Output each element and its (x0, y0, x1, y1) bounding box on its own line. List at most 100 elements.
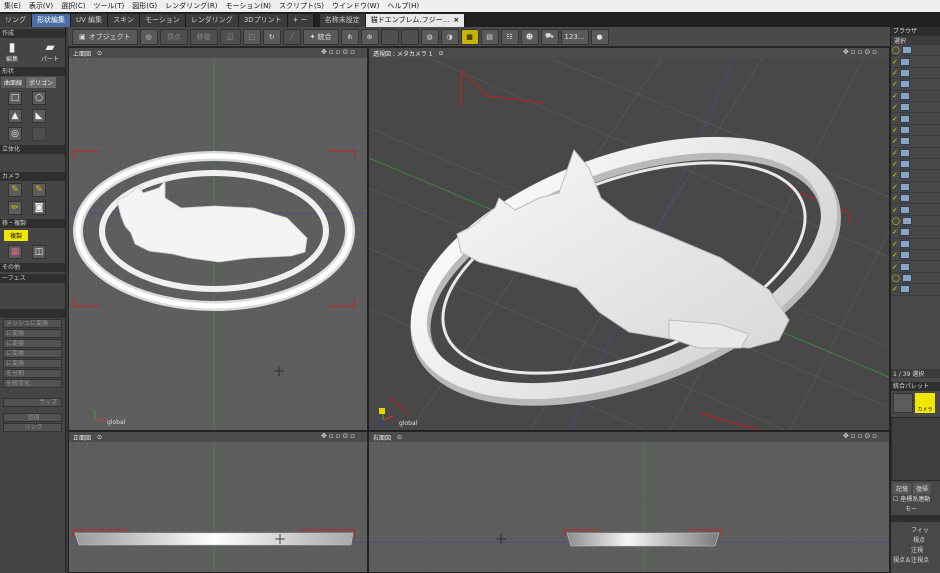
list-item[interactable]: ◯ (891, 216, 940, 228)
globe-icon[interactable]: ◍ (420, 28, 439, 45)
light-palette-icon[interactable] (893, 393, 913, 413)
viewport-controls[interactable]: ✥▫▫⊙▫ (843, 432, 879, 440)
camera-palette-button[interactable]: カメラ (915, 393, 935, 413)
grid-snap-icon[interactable]: ▦ (460, 28, 479, 45)
list-item[interactable]: ✓ (891, 113, 940, 125)
tool-icon-b[interactable]: · (400, 28, 419, 45)
target-icon[interactable]: ⊙ (97, 50, 102, 57)
viewport-controls[interactable]: ✥▫▫⊙▫ (843, 48, 879, 56)
merge-button[interactable]: ✦ 統合 (302, 28, 339, 45)
op-merge[interactable]: を統合化 (3, 379, 62, 388)
menu-item-view[interactable]: 表示(V) (25, 0, 57, 12)
list-item[interactable]: ✓ (891, 91, 940, 102)
list-item[interactable]: ✓ (891, 239, 940, 251)
wedge-icon[interactable]: ◣ (32, 109, 46, 123)
tab-skin[interactable]: スキン (108, 14, 140, 27)
viewport-controls[interactable]: ✥▫▫⊙▫ (321, 432, 357, 440)
tab-uv-edit[interactable]: UV 編集 (71, 14, 109, 27)
list-item[interactable]: ✓ (891, 204, 940, 216)
coord-link-checkbox[interactable]: ☐ 座標系連動 (893, 494, 930, 503)
pencil-icon[interactable]: ✏ (8, 201, 22, 215)
memory-button[interactable]: 記憶 (893, 483, 912, 494)
tab-3d-print[interactable]: 3Dプリント (238, 14, 288, 27)
preview-icon[interactable]: ◑ (440, 28, 459, 45)
table-icon[interactable]: ☷ (500, 28, 519, 45)
menu-item-edit[interactable]: 集(E) (0, 0, 25, 12)
person-icon[interactable]: ☻ (520, 28, 539, 45)
tab-curve[interactable]: 曲面線 (1, 77, 26, 88)
tool-icon-a[interactable]: · (380, 28, 399, 45)
op-convert-a[interactable]: に変換 (3, 329, 62, 338)
list-item[interactable]: ◯ (891, 273, 940, 285)
viewport-controls[interactable]: ✥▫▫⊙▫ (321, 48, 357, 56)
link-button[interactable]: リンク (3, 423, 62, 432)
rotate-icon[interactable]: ↻ (262, 28, 281, 45)
list-item[interactable]: ✓ (891, 159, 940, 171)
add-vertex-button[interactable]: 頂点 (159, 28, 188, 45)
menu-item-motion[interactable]: モーション(N) (221, 0, 275, 12)
grid-icon[interactable]: ▤ (480, 28, 499, 45)
list-item[interactable]: ✓ (891, 125, 940, 137)
select-rect-icon[interactable]: ⬚ (242, 28, 261, 45)
list-item[interactable]: ✓ (891, 227, 940, 239)
list-item[interactable]: ✓ (891, 193, 940, 205)
camera-preview[interactable] (891, 417, 940, 481)
torus-icon[interactable]: ◎ (8, 127, 22, 141)
sphere-icon[interactable]: ● (590, 28, 609, 45)
close-icon[interactable]: × (453, 16, 459, 24)
op-split[interactable]: を分割 (3, 369, 62, 378)
menu-item-rendering[interactable]: レンダリング(R) (161, 0, 221, 12)
menu-item-script[interactable]: スクリプト(S) (275, 0, 328, 12)
list-item[interactable]: ✓ (891, 68, 940, 80)
move-button[interactable]: 移植 (189, 28, 218, 45)
both-label[interactable]: 視点＆注視点 (893, 555, 929, 564)
tab-rendering[interactable]: レンダリング (185, 14, 239, 27)
list-item[interactable]: ✓ (891, 250, 940, 262)
tab-shape-edit[interactable]: 形状編集 (32, 14, 71, 27)
list-item[interactable]: ✓ (891, 261, 940, 273)
op-convert-b[interactable]: に変換 (3, 339, 62, 348)
light-icon[interactable]: ✎ (8, 183, 22, 197)
brush-icon[interactable]: ╱ (282, 28, 301, 45)
cone-icon[interactable]: ▲ (8, 109, 22, 123)
rectangle-icon[interactable]: □ (8, 91, 22, 105)
list-item[interactable]: ✓ (891, 102, 940, 114)
op-convert-c[interactable]: に変換 (3, 349, 62, 358)
op-convert-d[interactable]: に変換 (3, 359, 62, 368)
target-icon[interactable]: ⊙ (97, 434, 102, 441)
edit-mode-button[interactable]: ▮ 編集 (6, 40, 18, 63)
target-icon[interactable]: ⊙ (439, 50, 444, 57)
camera-icon[interactable]: ◎ (139, 28, 158, 45)
crosshair-icon[interactable]: ⊕ (360, 28, 379, 45)
list-item[interactable]: ✓ (891, 56, 940, 68)
browser-select-label[interactable]: 選択 (891, 36, 940, 45)
tab-motion[interactable]: モーション (139, 14, 186, 27)
list-item[interactable]: ✓ (891, 79, 940, 91)
wrap-button[interactable]: ラップ (3, 398, 62, 407)
list-item[interactable]: ◯ (891, 45, 940, 57)
menu-item-select[interactable]: 選択(C) (57, 0, 89, 12)
op-convert-mesh[interactable]: メッシュに変換 (3, 319, 62, 328)
add-button[interactable]: 追加 (3, 413, 62, 422)
list-item[interactable]: ✓ (891, 284, 940, 296)
menu-item-shape[interactable]: 図形(G) (128, 0, 161, 12)
object-mode-button[interactable]: ▣ オブジェクト (72, 28, 138, 45)
menu-item-window[interactable]: ウインドウ(W) (328, 0, 383, 12)
spotlight-icon[interactable]: ✎ (32, 183, 46, 197)
array-icon[interactable]: ▦ (8, 245, 22, 259)
viewport-perspective[interactable]: 透視図 : メタカメラ 1 ⊙ ✥▫▫⊙▫ global (368, 47, 890, 431)
magnet-icon[interactable]: ⋔ (340, 28, 359, 45)
list-item[interactable]: ✓ (891, 170, 940, 182)
copy-button[interactable]: 複製 (4, 230, 29, 241)
restore-button[interactable]: 復帰 (913, 483, 932, 494)
circle-icon[interactable]: ○ (32, 91, 46, 105)
viewport-front[interactable]: 正面図 ⊙ ✥▫▫⊙▫ (68, 431, 368, 573)
fit-label[interactable]: フィッ (911, 525, 929, 534)
mirror-icon[interactable]: ◫ (32, 245, 46, 259)
menu-item-tools[interactable]: ツール(T) (90, 0, 129, 12)
viewpoint-label[interactable]: 視点 (913, 535, 925, 544)
tab-polygon[interactable]: ポリゴン (26, 77, 57, 88)
camera-icon[interactable]: ◙ (32, 201, 46, 215)
car-icon[interactable]: ⛟ (540, 28, 559, 45)
part-mode-button[interactable]: ▰ パート (41, 40, 59, 63)
